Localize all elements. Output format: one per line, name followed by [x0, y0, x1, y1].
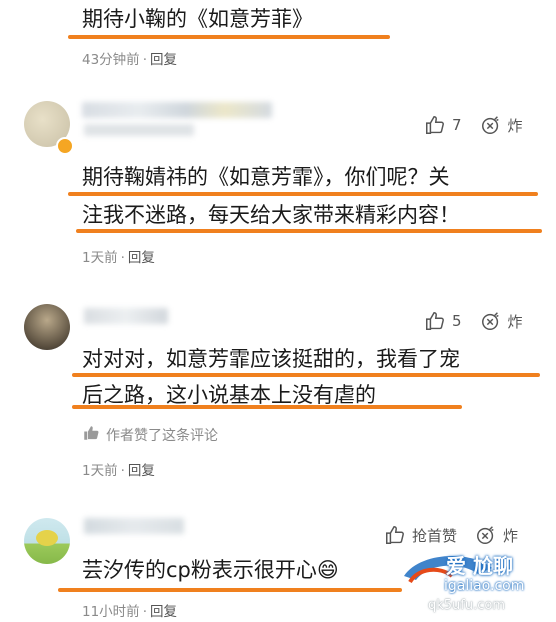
- comment-3-reply-button[interactable]: 回复: [128, 463, 155, 479]
- comment-2-like-count: 7: [452, 116, 462, 134]
- comment-4-share-label[interactable]: 炸: [503, 525, 518, 546]
- comment-1-text: 期待小鞠的《如意芳菲》: [82, 7, 313, 31]
- thumbs-up-filled-icon: [82, 424, 100, 446]
- username-blurred[interactable]: [82, 102, 272, 118]
- avatar[interactable]: [24, 304, 70, 350]
- comment-1-reply-button[interactable]: 回复: [150, 52, 177, 68]
- first-like-label[interactable]: 抢首赞: [412, 525, 457, 546]
- comment-3-actions: 5 炸: [424, 310, 523, 332]
- author-liked-text: 作者赞了这条评论: [106, 428, 218, 444]
- comment-3-like-count: 5: [452, 312, 462, 330]
- username-blurred[interactable]: [84, 308, 168, 324]
- comment-1-meta: 43分钟前 · 回复: [82, 52, 177, 68]
- comment-4-reply-button[interactable]: 回复: [150, 604, 177, 620]
- bomb-icon[interactable]: [480, 310, 502, 332]
- thumbs-up-icon[interactable]: [424, 114, 446, 136]
- comment-3-highlight-line1: [72, 373, 540, 377]
- username-blurred[interactable]: [84, 518, 184, 534]
- comment-2-meta: 1天前 · 回复: [82, 250, 155, 266]
- watermark-line2: igaliao.com: [444, 578, 525, 594]
- bomb-icon[interactable]: [480, 114, 502, 136]
- comment-2-reply-button[interactable]: 回复: [128, 250, 155, 266]
- comment-3-time: 1天前: [82, 463, 118, 479]
- comment-2-share-label[interactable]: 炸: [508, 115, 523, 136]
- comment-2-time: 1天前: [82, 250, 118, 266]
- thumbs-up-icon[interactable]: [424, 310, 446, 332]
- comment-4-actions: 抢首赞 炸: [384, 524, 518, 546]
- comment-2-highlight-line1: [68, 192, 538, 196]
- comment-3-highlight-line2: [72, 405, 462, 409]
- comment-4-time: 11小时前: [82, 604, 140, 620]
- comment-3-share-label[interactable]: 炸: [508, 311, 523, 332]
- watermark-line3: qk5ufu.com: [428, 598, 506, 613]
- comment-4-meta: 11小时前 · 回复: [82, 604, 177, 620]
- author-liked-notice: 作者赞了这条评论: [82, 424, 218, 446]
- site-watermark: 爱 尬聊 igaliao.com qk5ufu.com: [400, 548, 550, 618]
- vip-badge-icon: [56, 137, 74, 155]
- comment-3-text-line1: 对对对，如意芳霏应该挺甜的，我看了宠: [82, 347, 460, 371]
- comment-4-highlight: [58, 588, 402, 592]
- user-subtitle-blurred: [84, 124, 194, 136]
- comment-3-meta: 1天前 · 回复: [82, 463, 155, 479]
- watermark-line1: 爱 尬聊: [446, 554, 513, 578]
- comment-1-highlight: [68, 35, 390, 39]
- comment-2-text-line1: 期待鞠婧祎的《如意芳霏》，你们呢？关: [82, 165, 450, 189]
- comment-1-time: 43分钟前: [82, 52, 140, 68]
- comment-2-highlight-line2: [76, 229, 542, 233]
- comment-2-actions: 7 炸: [424, 114, 523, 136]
- bomb-icon[interactable]: [475, 524, 497, 546]
- avatar[interactable]: [24, 518, 70, 564]
- comment-2-text-line2: 注我不迷路，每天给大家带来精彩内容！: [82, 203, 460, 227]
- comment-4-text: 芸汐传的cp粉表示很开心😄: [82, 558, 339, 582]
- thumbs-up-icon[interactable]: [384, 524, 406, 546]
